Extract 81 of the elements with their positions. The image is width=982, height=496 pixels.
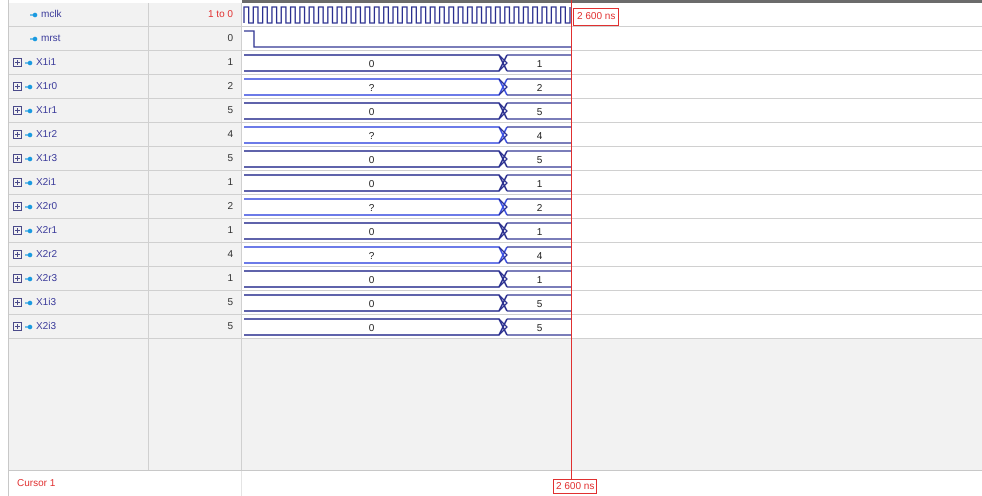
output-pin-icon (25, 276, 33, 282)
signal-value: 5 (227, 104, 233, 118)
output-pin-icon (25, 60, 33, 66)
signal-value: 4 (227, 128, 233, 142)
bus-value: 2 (536, 203, 542, 214)
output-pin-icon (25, 84, 33, 90)
output-pin-icon (25, 180, 33, 186)
bus-value: ? (368, 131, 374, 142)
output-pin-icon (25, 204, 33, 210)
bus-value: 5 (536, 299, 542, 310)
bus-value: 5 (536, 107, 542, 118)
signal-name[interactable]: X2r3 (36, 271, 58, 286)
signal-name[interactable]: X2i1 (36, 175, 56, 190)
output-pin-icon (25, 252, 33, 258)
signal-value: 1 (227, 176, 233, 190)
signal-value: 5 (227, 152, 233, 166)
output-pin-icon (25, 132, 33, 138)
bus-value: 0 (368, 299, 374, 310)
expand-icon[interactable] (13, 178, 22, 187)
expand-icon[interactable] (13, 298, 22, 307)
signal-name[interactable]: X1r3 (36, 151, 58, 166)
bus-value: ? (368, 203, 374, 214)
bus-value: 1 (536, 227, 542, 238)
output-pin-icon (25, 108, 33, 114)
bus-value: 0 (368, 179, 374, 190)
bus-value: ? (368, 251, 374, 262)
expand-icon[interactable] (13, 250, 22, 259)
signal-value: 2 (227, 80, 233, 94)
input-pin-icon (30, 36, 38, 42)
signal-value: 5 (227, 296, 233, 310)
output-pin-icon (25, 300, 33, 306)
signal-value: 4 (227, 248, 233, 262)
expand-icon[interactable] (13, 202, 22, 211)
expand-icon[interactable] (13, 274, 22, 283)
bus-value: 0 (368, 59, 374, 70)
signal-name[interactable]: X1r2 (36, 127, 58, 142)
bus-value: 4 (536, 131, 542, 142)
expand-icon[interactable] (13, 82, 22, 91)
bus-value: 0 (368, 227, 374, 238)
bus-value: 4 (536, 251, 542, 262)
signal-name[interactable]: X1i3 (36, 295, 56, 310)
expand-icon[interactable] (13, 130, 22, 139)
cursor-name: Cursor 1 (17, 477, 56, 491)
bus-value: 0 (368, 275, 374, 286)
bus-value: 0 (368, 155, 374, 166)
expand-icon[interactable] (13, 106, 22, 115)
bus-value: 5 (536, 155, 542, 166)
signal-value: 1 (227, 272, 233, 286)
signal-value: 1 (227, 224, 233, 238)
cursor-time-label: 2 600 ns (553, 479, 598, 494)
bus-value: 0 (368, 107, 374, 118)
output-pin-icon (25, 228, 33, 234)
signal-name[interactable]: mrst (41, 31, 60, 46)
signal-name[interactable]: X2r1 (36, 223, 58, 238)
signal-value: 1 (227, 56, 233, 70)
signal-name[interactable]: X1r1 (36, 103, 58, 118)
signal-value: 0 (227, 32, 233, 46)
bus-value: 1 (536, 179, 542, 190)
signal-value: 2 (227, 200, 233, 214)
signal-name[interactable]: X2r2 (36, 247, 58, 262)
bus-value: 2 (536, 83, 542, 94)
signal-name[interactable]: X1r0 (36, 79, 58, 94)
output-pin-icon (25, 156, 33, 162)
input-pin-icon (30, 12, 38, 18)
expand-icon[interactable] (13, 322, 22, 331)
cursor-time-label: 2 600 ns (573, 8, 620, 26)
expand-icon[interactable] (13, 226, 22, 235)
signal-name[interactable]: X2r0 (36, 199, 58, 214)
bus-value: 1 (536, 59, 542, 70)
bus-value: 0 (368, 323, 374, 334)
signal-name[interactable]: mclk (41, 7, 62, 22)
bus-value: ? (368, 83, 374, 94)
bus-value: 5 (536, 323, 542, 334)
expand-icon[interactable] (13, 58, 22, 67)
signal-value: 1 to 0 (208, 8, 233, 22)
bus-value: 1 (536, 275, 542, 286)
signal-value: 5 (227, 320, 233, 334)
expand-icon[interactable] (13, 154, 22, 163)
signal-name[interactable]: X2i3 (36, 319, 56, 334)
signal-name[interactable]: X1i1 (36, 55, 56, 70)
output-pin-icon (25, 324, 33, 330)
